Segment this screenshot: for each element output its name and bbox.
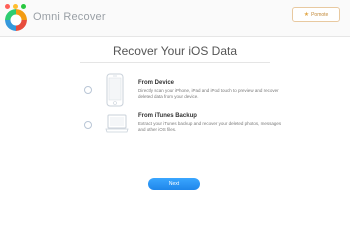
promote-label: Pomote	[311, 11, 329, 18]
option-from-itunes-backup[interactable]: From iTunes Backup Extract your iTunes b…	[0, 111, 350, 147]
option-description: Directly scan your iPhone, iPad and iPod…	[138, 88, 279, 99]
page-title: Recover Your iOS Data	[112, 44, 238, 58]
iphone-icon	[106, 73, 124, 107]
option-from-device[interactable]: From Device Directly scan your iPhone, i…	[0, 72, 350, 108]
promote-button[interactable]: ★ Pomote	[292, 7, 340, 22]
title-divider	[80, 62, 270, 63]
radio-from-device[interactable]	[84, 86, 92, 94]
zoom-window-button[interactable]	[21, 4, 26, 9]
laptop-icon	[105, 114, 129, 133]
close-window-button[interactable]	[5, 4, 10, 9]
option-title: From iTunes Backup	[138, 113, 197, 119]
option-description: Extract your iTunes backup and recover y…	[138, 121, 282, 132]
radio-from-itunes-backup[interactable]	[84, 121, 92, 129]
title-bar: Omni Recover ★ Pomote	[0, 0, 350, 37]
next-button[interactable]: Next	[148, 178, 200, 190]
option-title: From Device	[138, 80, 175, 86]
omni-recover-logo	[5, 9, 27, 31]
star-icon: ★	[303, 12, 310, 18]
app-name: Omni Recover	[33, 11, 106, 23]
